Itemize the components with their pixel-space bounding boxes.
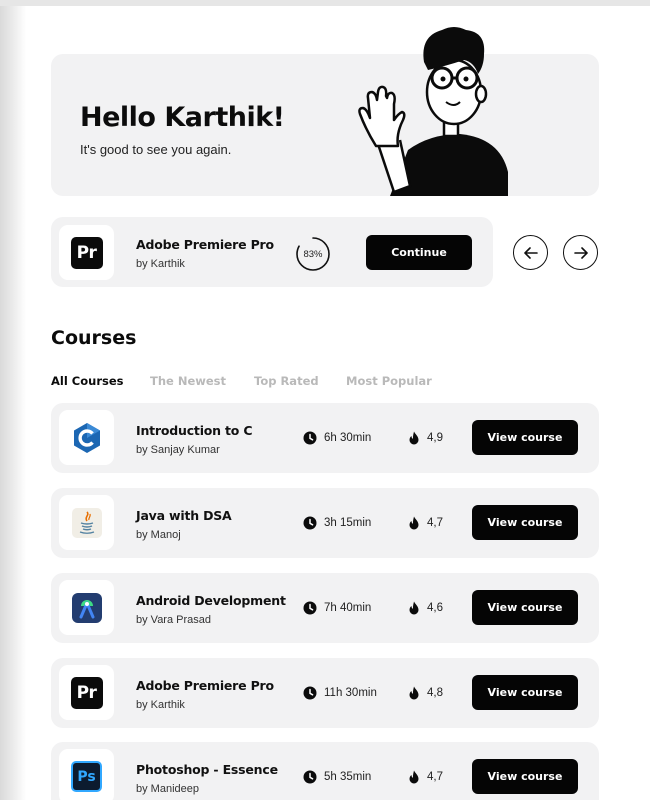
course-logo-tile xyxy=(59,495,114,550)
rating-text: 4,7 xyxy=(427,517,443,529)
course-logo-tile: Pr xyxy=(59,665,114,720)
course-rating: 4,8 xyxy=(408,686,443,700)
duration-text: 7h 40min xyxy=(324,602,372,614)
rating-text: 4,8 xyxy=(427,687,443,699)
duration-text: 3h 15min xyxy=(324,517,372,529)
course-logo-tile xyxy=(59,580,114,635)
waving-person-illustration xyxy=(358,27,508,196)
course-title: Java with DSA xyxy=(136,508,232,523)
tab-all-courses[interactable]: All Courses xyxy=(51,374,123,388)
course-logo-tile: Pr xyxy=(59,225,114,280)
view-course-button[interactable]: View course xyxy=(472,420,578,455)
rating-text: 4,6 xyxy=(427,602,443,614)
flame-icon xyxy=(409,770,419,784)
photoshop-icon: Ps xyxy=(71,761,102,792)
android-compass-icon xyxy=(79,599,94,618)
java-cup-icon xyxy=(79,510,94,534)
view-course-button[interactable]: View course xyxy=(472,675,578,710)
courses-heading: Courses xyxy=(51,327,137,349)
course-row: Java with DSA by Manoj 3h 15min 4,7 View… xyxy=(51,488,599,558)
duration-text: 11h 30min xyxy=(324,687,377,699)
next-button[interactable] xyxy=(563,235,598,270)
continue-course-card: Pr Adobe Premiere Pro by Karthik 83% Con… xyxy=(51,217,493,287)
course-duration: 3h 15min xyxy=(303,516,371,530)
course-author: by Manideep xyxy=(136,783,199,795)
android-studio-icon xyxy=(71,592,102,623)
flame-icon xyxy=(409,601,419,615)
course-author: by Sanjay Kumar xyxy=(136,444,220,456)
clock-icon xyxy=(303,686,317,700)
top-bar xyxy=(0,0,650,6)
view-course-button[interactable]: View course xyxy=(472,505,578,540)
clock-icon xyxy=(303,516,317,530)
rating-text: 4,7 xyxy=(427,771,443,783)
flame-icon xyxy=(409,431,419,445)
tab-top-rated[interactable]: Top Rated xyxy=(254,374,319,388)
course-rating: 4,7 xyxy=(408,770,443,784)
view-course-button[interactable]: View course xyxy=(472,590,578,625)
duration-text: 6h 30min xyxy=(324,432,372,444)
premiere-pro-icon: Pr xyxy=(70,236,103,269)
course-logo-tile xyxy=(59,410,114,465)
rating-text: 4,9 xyxy=(427,432,443,444)
course-duration: 6h 30min xyxy=(303,431,371,445)
course-author: by Manoj xyxy=(136,529,181,541)
course-duration: 11h 30min xyxy=(303,686,377,700)
previous-button[interactable] xyxy=(513,235,548,270)
clock-icon xyxy=(303,431,317,445)
course-rating: 4,9 xyxy=(408,431,443,445)
course-row: Android Development by Vara Prasad 7h 40… xyxy=(51,573,599,643)
clock-icon xyxy=(303,601,317,615)
progress-percent: 83% xyxy=(303,248,323,260)
arrow-right-icon xyxy=(573,246,588,259)
course-row: Pr Adobe Premiere Pro by Karthik 11h 30m… xyxy=(51,658,599,728)
course-author: by Karthik xyxy=(136,258,185,270)
continue-button[interactable]: Continue xyxy=(366,235,472,270)
clock-icon xyxy=(303,770,317,784)
tab-most-popular[interactable]: Most Popular xyxy=(346,374,432,388)
welcome-banner: Hello Karthik! It's good to see you agai… xyxy=(51,54,599,196)
course-rating: 4,6 xyxy=(408,601,443,615)
course-title: Android Development xyxy=(136,593,286,608)
flame-icon xyxy=(409,686,419,700)
course-title: Introduction to C xyxy=(136,423,253,438)
greeting-title: Hello Karthik! xyxy=(80,102,285,133)
left-panel-shadow xyxy=(0,6,26,800)
course-title: Adobe Premiere Pro xyxy=(136,237,274,252)
flame-icon xyxy=(409,516,419,530)
course-logo-tile: Ps xyxy=(59,749,114,800)
course-duration: 5h 35min xyxy=(303,770,371,784)
course-author: by Vara Prasad xyxy=(136,614,212,626)
tab-the-newest[interactable]: The Newest xyxy=(150,374,226,388)
course-row: Introduction to C by Sanjay Kumar 6h 30m… xyxy=(51,403,599,473)
premiere-pro-icon: Pr xyxy=(70,676,103,709)
course-rating: 4,7 xyxy=(408,516,443,530)
greeting-subtitle: It's good to see you again. xyxy=(80,142,232,157)
java-icon xyxy=(71,507,102,538)
course-author: by Karthik xyxy=(136,699,185,711)
course-title: Photoshop - Essence xyxy=(136,762,278,777)
course-title: Adobe Premiere Pro xyxy=(136,678,274,693)
view-course-button[interactable]: View course xyxy=(472,759,578,794)
course-duration: 7h 40min xyxy=(303,601,371,615)
duration-text: 5h 35min xyxy=(324,771,372,783)
course-row: Ps Photoshop - Essence by Manideep 5h 35… xyxy=(51,742,599,800)
c-language-icon xyxy=(73,422,100,453)
arrow-left-icon xyxy=(523,246,538,259)
